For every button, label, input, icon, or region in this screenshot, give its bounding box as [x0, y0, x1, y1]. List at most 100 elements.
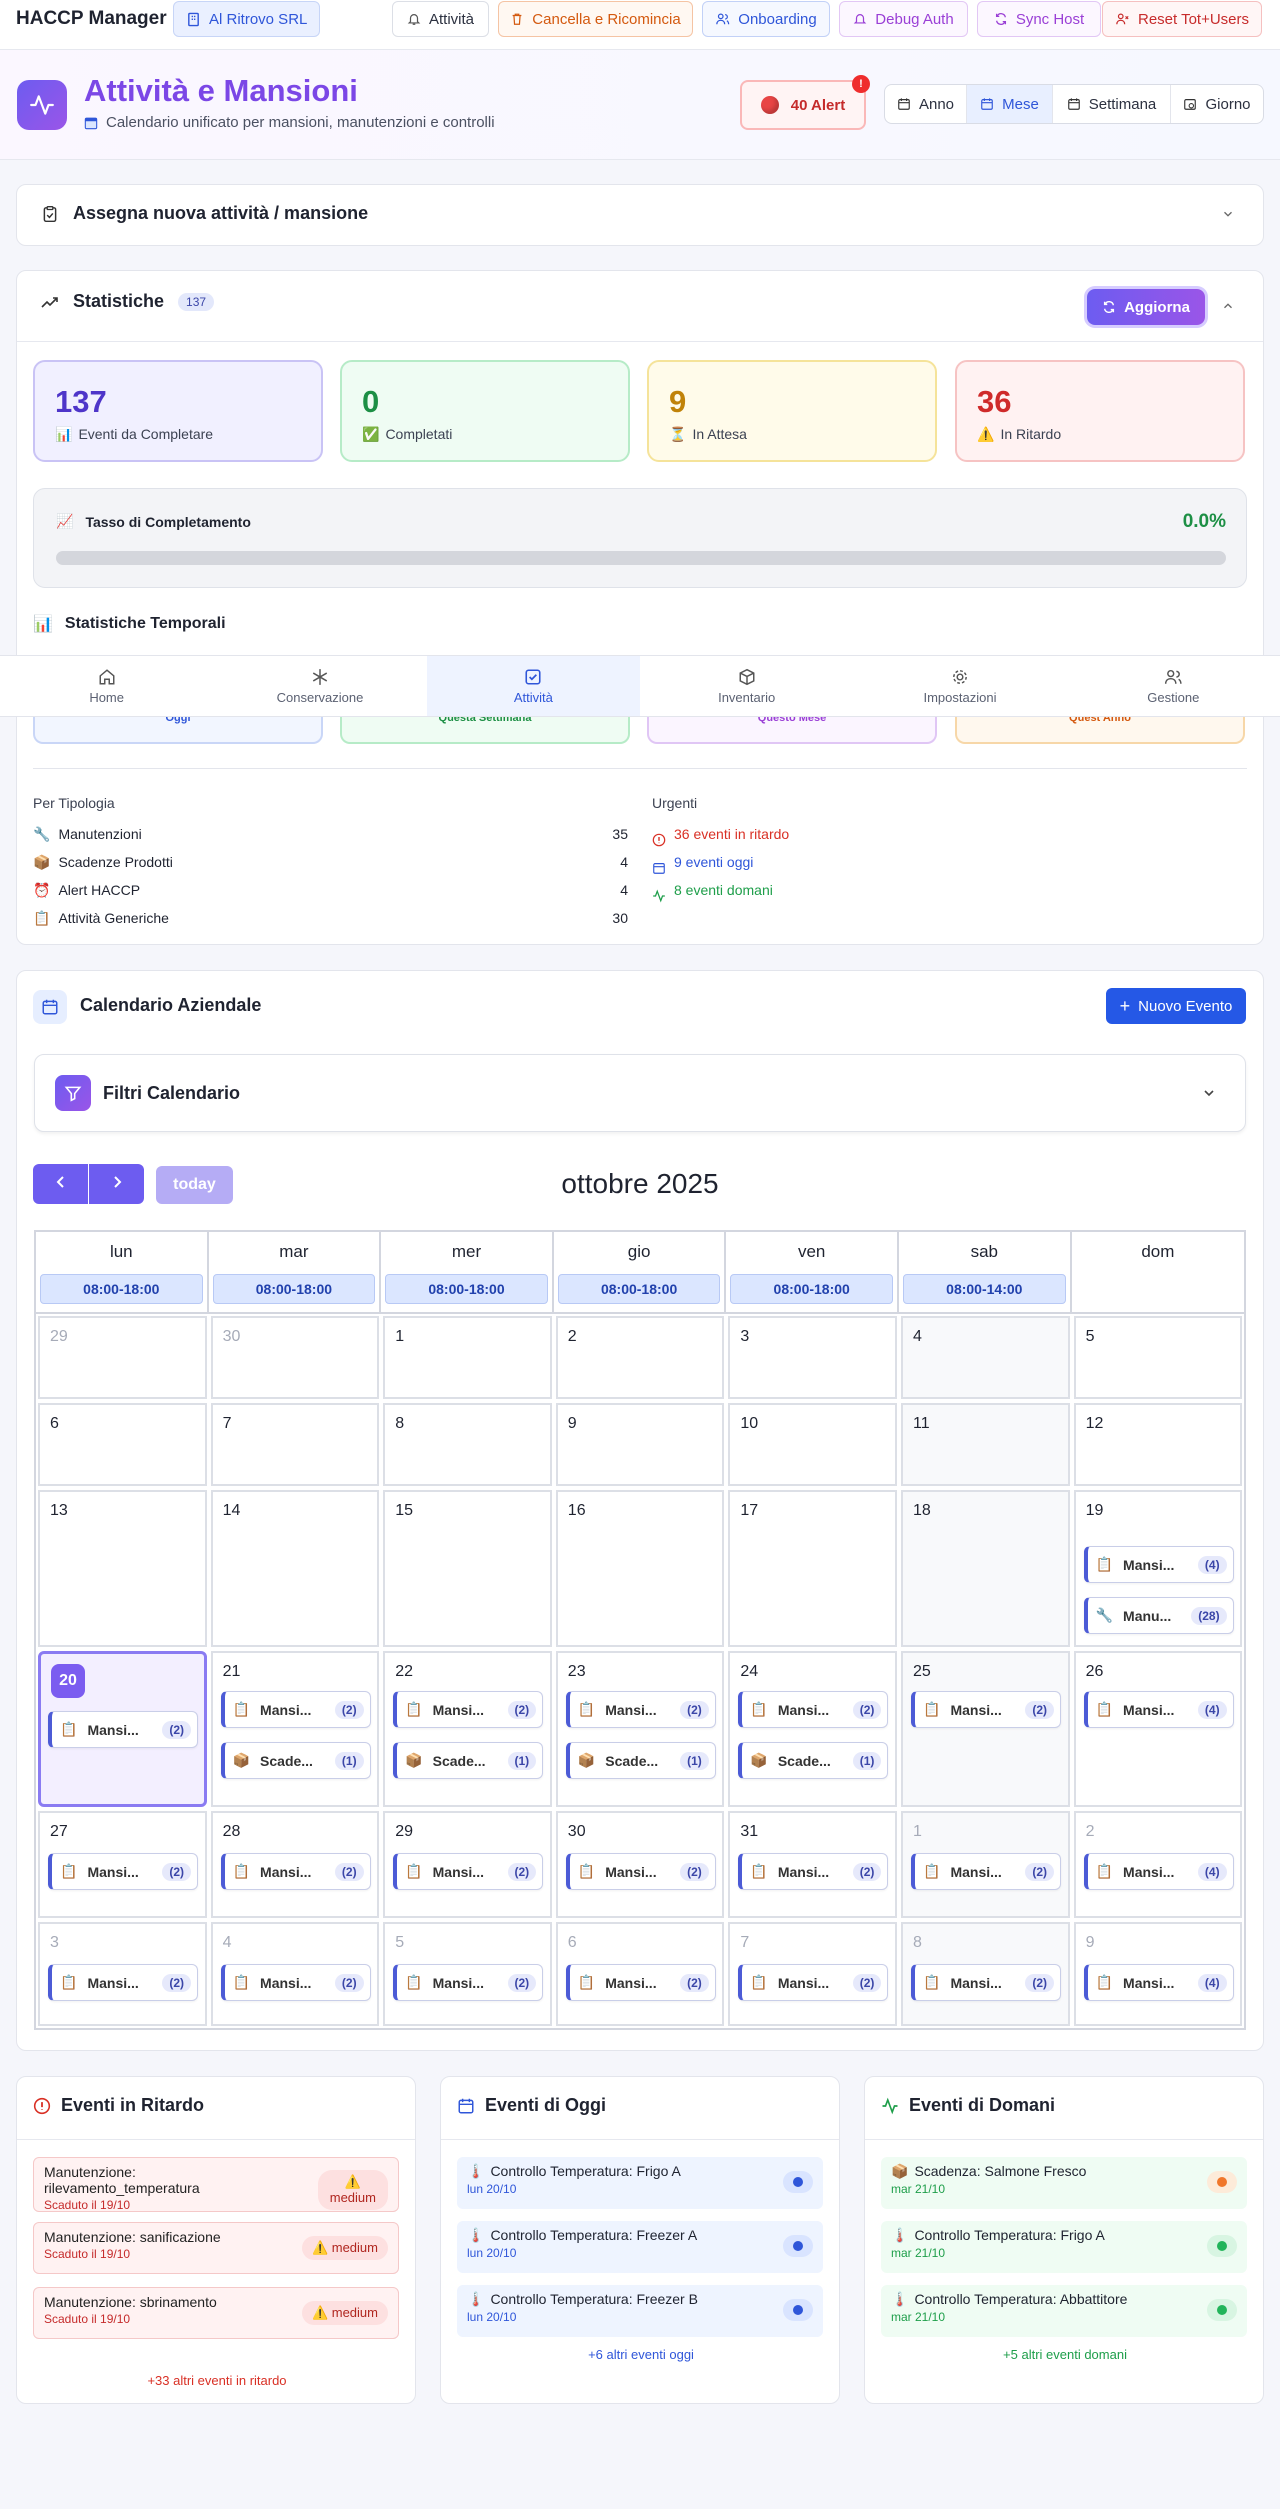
tomorrow-event-item[interactable]: 🌡️ Controllo Temperatura: Abbattitore mar… — [881, 2285, 1247, 2337]
calendar-event-mansione[interactable]: 📋 Mansi... (4) — [1083, 1853, 1234, 1890]
company-selector[interactable]: Al Ritrovo SRL — [173, 1, 321, 37]
calendar-filters-panel[interactable]: Filtri Calendario — [34, 1054, 1246, 1132]
calendar-day-cell[interactable]: 21 — [210, 1651, 380, 1807]
calendar-event-mansione[interactable]: 📋 Mansi... (2) — [565, 1691, 716, 1728]
next-month-button[interactable] — [89, 1164, 144, 1204]
home-icon — [98, 668, 116, 686]
today-event-item[interactable]: 🌡️ Controllo Temperatura: Freezer B lun 2… — [457, 2285, 823, 2337]
calendar-day-cell[interactable]: 9 — [555, 1403, 725, 1486]
calendar-day-cell[interactable]: 22 — [383, 1651, 552, 1807]
nav-item-impostazioni[interactable]: Impostazioni — [853, 656, 1066, 716]
late-event-item[interactable]: Manutenzione: sanificazione Scaduto il 1… — [33, 2222, 399, 2274]
calendar-day-cell[interactable]: 14 — [210, 1490, 380, 1647]
calendar-event-mansione[interactable]: 📋 Mansi... (2) — [220, 1964, 371, 2001]
calendar-day-cell[interactable]: 4 — [901, 1316, 1070, 1399]
chevron-down-icon[interactable] — [1221, 207, 1235, 221]
late-event-item[interactable]: Manutenzione: rilevamento_temperatura Sc… — [33, 2157, 399, 2212]
calendar-event-mansione[interactable]: 📋 Mansi... (2) — [565, 1964, 716, 2001]
today-event-item[interactable]: 🌡️ Controllo Temperatura: Frigo A lun 20/… — [457, 2157, 823, 2209]
calendar-day-cell[interactable]: 3 — [728, 1316, 897, 1399]
today-button[interactable]: today — [156, 1166, 233, 1204]
calendar-event-mansione[interactable]: 📋 Mansi... (2) — [565, 1853, 716, 1890]
view-month-button[interactable]: Mese — [967, 85, 1053, 123]
calendar-event-scadenza[interactable]: 📦 Scade... (1) — [220, 1742, 371, 1779]
late-more-link[interactable]: +33 altri eventi in ritardo — [17, 2373, 417, 2388]
calendar-day-cell[interactable]: 24 — [728, 1651, 897, 1807]
calendar-day-cell[interactable]: 5 — [1073, 1316, 1243, 1399]
nav-item-conservazione[interactable]: Conservazione — [213, 656, 426, 716]
calendar-event-mansione[interactable]: 📋 Mansi... (2) — [738, 1691, 889, 1728]
calendar-event-mansione[interactable]: 📋 Mansi... (2) — [911, 1853, 1061, 1890]
calendar-event-scadenza[interactable]: 📦 Scade... (1) — [738, 1742, 889, 1779]
debug-auth-button[interactable]: Debug Auth — [839, 1, 968, 37]
calendar-day-cell[interactable]: 18 — [901, 1490, 1070, 1647]
calendar-event-mansione[interactable]: 📋 Mansi... (2) — [48, 1711, 198, 1748]
chevron-down-icon[interactable] — [1201, 1085, 1217, 1101]
view-day-button[interactable]: Giorno — [1171, 85, 1263, 123]
nav-item-inventario[interactable]: Inventario — [640, 656, 853, 716]
refresh-button[interactable]: Aggiorna — [1087, 289, 1205, 325]
calendar-day-cell[interactable]: 7 — [210, 1403, 380, 1486]
calendar-event-mansione[interactable]: 📋 Mansi... (2) — [220, 1853, 371, 1890]
calendar-day-cell[interactable]: 15 — [383, 1490, 552, 1647]
tomorrow-event-item[interactable]: 📦 Scadenza: Salmone Fresco mar 21/10 — [881, 2157, 1247, 2209]
calendar-event-mansione[interactable]: 📋 Mansi... (2) — [911, 1964, 1061, 2001]
calendar-day-cell[interactable]: 25 — [901, 1651, 1070, 1807]
calendar-event-mansione[interactable]: 📋 Mansi... (2) — [48, 1853, 198, 1890]
calendar-day-cell[interactable]: 26 — [1073, 1651, 1243, 1807]
calendar-event-mansione[interactable]: 📋 Mansi... (2) — [48, 1964, 198, 2001]
calendar-event-mansione[interactable]: 📋 Mansi... (4) — [1083, 1691, 1234, 1728]
calendar-day-cell[interactable]: 11 — [901, 1403, 1070, 1486]
calendar-event-mansione[interactable]: 📋 Mansi... (2) — [738, 1964, 889, 2001]
calendar-day-cell[interactable]: 6 — [38, 1403, 207, 1486]
calendar-day-cell[interactable]: 13 — [38, 1490, 207, 1647]
prev-month-button[interactable] — [33, 1164, 88, 1204]
priority-badge: ⚠️ medium — [301, 2301, 388, 2325]
view-week-button[interactable]: Settimana — [1053, 85, 1171, 123]
calendar-event-scadenza[interactable]: 📦 Scade... (1) — [565, 1742, 716, 1779]
nav-item-attivita[interactable]: Attività — [426, 656, 640, 716]
day-number: 3 — [50, 1934, 59, 1951]
calendar-event-mansione[interactable]: 📋 Mansi... (4) — [1083, 1964, 1234, 2001]
today-more-link[interactable]: +6 altri eventi oggi — [441, 2347, 841, 2362]
calendar-event-manutenzione[interactable]: 🔧 Manu... (28) — [1083, 1597, 1234, 1634]
nav-item-gestione[interactable]: Gestione — [1067, 656, 1280, 716]
calendar-day-cell[interactable]: 17 — [728, 1490, 897, 1647]
late-event-item[interactable]: Manutenzione: sbrinamento Scaduto il 19/… — [33, 2287, 399, 2339]
calendar-day-cell[interactable]: 23 — [555, 1651, 725, 1807]
calendar-event-mansione[interactable]: 📋 Mansi... (2) — [738, 1853, 889, 1890]
calendar-day-cell[interactable]: 10 — [728, 1403, 897, 1486]
calendar-event-mansione[interactable]: 📋 Mansi... (4) — [1083, 1546, 1234, 1583]
alert-button[interactable]: 40 Alert ! — [740, 75, 870, 130]
sync-host-button[interactable]: Sync Host — [977, 1, 1101, 37]
calendar-day-cell[interactable]: 8 — [383, 1403, 552, 1486]
calendar-event-mansione[interactable]: 📋 Mansi... (2) — [220, 1691, 371, 1728]
today-event-item[interactable]: 🌡️ Controllo Temperatura: Freezer A lun 2… — [457, 2221, 823, 2273]
calendar-day-cell[interactable]: 2 — [555, 1316, 725, 1399]
calendar-event-mansione[interactable]: 📋 Mansi... (2) — [393, 1691, 544, 1728]
sync-host-label: Sync Host — [1015, 10, 1085, 28]
calendar-day-cell[interactable]: 1 — [383, 1316, 552, 1399]
by-type-list: 🔧 Manutenzioni 35 📦 Scadenze Prodotti 4 ⏰ Ale… — [33, 826, 628, 938]
chevron-up-icon[interactable] — [1221, 299, 1235, 313]
onboarding-button[interactable]: Onboarding — [702, 1, 830, 37]
attivita-button[interactable]: Attività — [392, 1, 489, 37]
assign-activity-card[interactable]: Assegna nuova attività / mansione — [16, 184, 1264, 246]
calendar-day-cell[interactable]: 12 — [1073, 1403, 1243, 1486]
tomorrow-more-link[interactable]: +5 altri eventi domani — [865, 2347, 1265, 2362]
tomorrow-event-item[interactable]: 🌡️ Controllo Temperatura: Frigo A mar 21/… — [881, 2221, 1247, 2273]
calendar-icon — [84, 116, 98, 130]
new-event-button[interactable]: + Nuovo Evento — [1106, 988, 1246, 1024]
calendar-event-mansione[interactable]: 📋 Mansi... (2) — [393, 1853, 544, 1890]
calendar-event-mansione[interactable]: 📋 Mansi... (2) — [393, 1964, 544, 2001]
event-count-badge: (1) — [680, 1751, 709, 1770]
calendar-event-mansione[interactable]: 📋 Mansi... (2) — [911, 1691, 1061, 1728]
reset-users-button[interactable]: Reset Tot+Users — [1102, 1, 1262, 37]
calendar-event-scadenza[interactable]: 📦 Scade... (1) — [393, 1742, 544, 1779]
view-year-button[interactable]: Anno — [885, 85, 967, 123]
calendar-day-cell[interactable]: 16 — [555, 1490, 725, 1647]
calendar-day-cell[interactable]: 29 — [38, 1316, 207, 1399]
nav-item-home[interactable]: Home — [0, 656, 213, 716]
calendar-day-cell[interactable]: 30 — [210, 1316, 380, 1399]
reset-restart-button[interactable]: Cancella e Ricomincia — [498, 1, 693, 37]
